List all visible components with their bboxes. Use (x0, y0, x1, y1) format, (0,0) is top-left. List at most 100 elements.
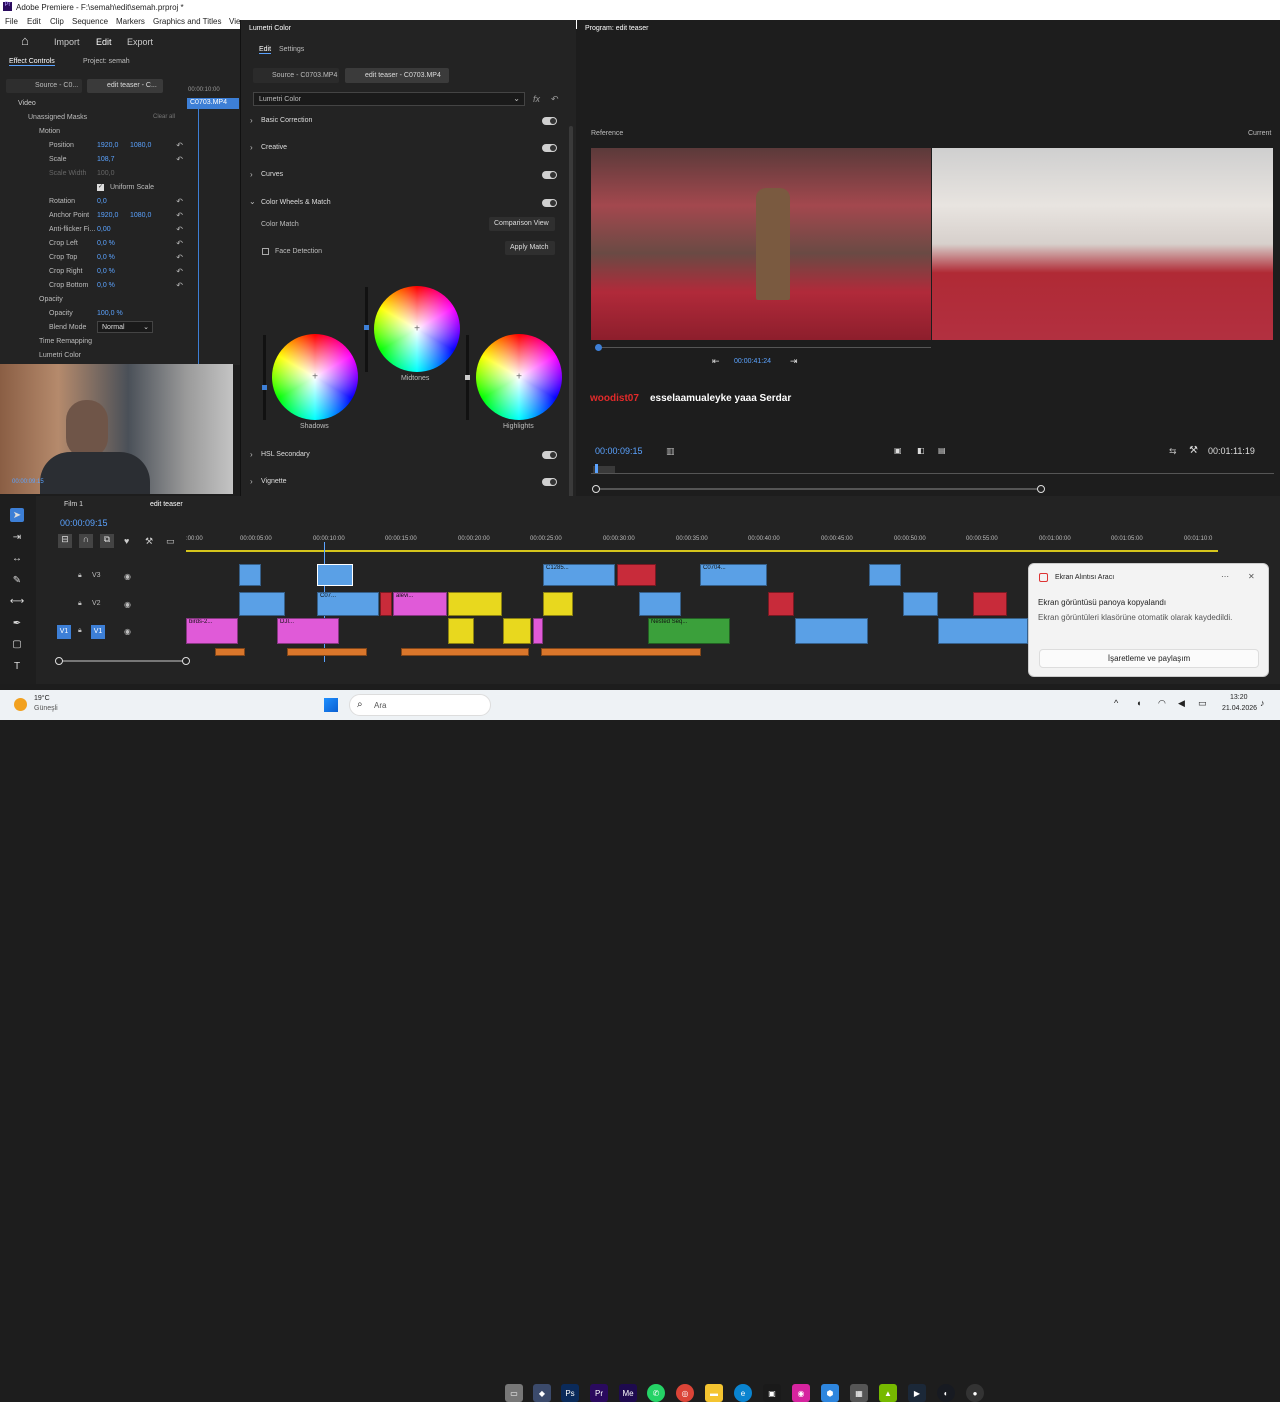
clip[interactable] (380, 592, 392, 616)
instagram-icon[interactable]: ◉ (792, 1384, 810, 1402)
eye-icon[interactable]: ◉ (124, 627, 131, 636)
tray-chevron-icon[interactable]: ^ (1114, 698, 1118, 708)
opacity-value[interactable]: 100,0 % (97, 310, 123, 317)
wrap-icon[interactable]: ⇆ (1169, 446, 1177, 457)
sequence-clip-tab[interactable]: edit teaser - C... (87, 79, 163, 93)
track-v2-label[interactable]: V2 (92, 600, 101, 607)
app-icon[interactable]: ● (966, 1384, 984, 1402)
crop-top-value[interactable]: 0,0 % (97, 254, 115, 261)
program-ruler[interactable] (591, 464, 1274, 474)
step-back-icon[interactable]: ⇤ (712, 356, 720, 367)
timeline-ruler[interactable]: :00:00 00:00:05:00 00:00:10:00 00:00:15:… (186, 534, 1218, 552)
rotation-value[interactable]: 0,0 (97, 198, 107, 205)
clip[interactable]: birds-2... (186, 618, 238, 644)
blend-mode-select[interactable]: Normal ⌄ (97, 321, 153, 333)
lumetri-seq-tab[interactable]: edit teaser - C0703.MP4 (345, 68, 449, 83)
lumetri-source-tab[interactable]: Source - C0703.MP4 (253, 68, 339, 83)
clip[interactable] (317, 564, 353, 586)
creative-toggle[interactable] (542, 144, 557, 152)
track-v1-label[interactable]: V1 (91, 625, 105, 639)
reset-icon[interactable]: ↶ (551, 94, 559, 105)
audio-clip[interactable] (215, 648, 245, 656)
chevron-right-icon[interactable]: › (250, 116, 253, 125)
snap-icon[interactable]: ∩ (79, 534, 93, 548)
split-view-icon[interactable]: ▤ (938, 446, 946, 455)
clip[interactable]: DJI... (277, 618, 339, 644)
clip[interactable] (533, 618, 543, 644)
close-icon[interactable]: ✕ (1248, 572, 1255, 581)
slip-icon[interactable]: ⟷ (10, 594, 24, 608)
step-forward-icon[interactable]: ⇥ (790, 356, 798, 367)
lock-icon[interactable]: 🔒︎ (78, 600, 82, 608)
track-select-icon[interactable]: ⇥ (10, 530, 24, 544)
add-marker-icon[interactable]: ♥ (124, 536, 129, 546)
audio-clip[interactable] (541, 648, 701, 656)
creative-section[interactable]: Creative (261, 144, 287, 151)
clip[interactable] (795, 618, 868, 644)
position-y[interactable]: 1080,0 (130, 142, 151, 149)
clip[interactable] (973, 592, 1007, 616)
selection-tool-icon[interactable]: ➤ (10, 508, 24, 522)
app-icon[interactable]: ▶ (908, 1384, 926, 1402)
annotate-share-button[interactable]: İşaretleme ve paylaşım (1039, 649, 1259, 668)
reset-icon[interactable]: ↶ (176, 211, 183, 220)
midtones-wheel[interactable] (374, 286, 460, 372)
chevron-right-icon[interactable]: › (250, 450, 253, 459)
export-tab[interactable]: Export (127, 37, 153, 47)
clip[interactable] (639, 592, 681, 616)
reset-icon[interactable]: ↶ (176, 225, 183, 234)
eye-icon[interactable]: ◉ (124, 572, 131, 581)
lock-icon[interactable]: 🔒︎ (78, 627, 82, 635)
clip[interactable]: C0704... (700, 564, 767, 586)
reset-icon[interactable]: ↶ (176, 253, 183, 262)
fx-icon[interactable]: fx (533, 94, 540, 104)
basic-correction-section[interactable]: Basic Correction (261, 117, 312, 124)
source-patch-v1[interactable]: V1 (57, 625, 71, 639)
reset-icon[interactable]: ↶ (176, 197, 183, 206)
media-encoder-icon[interactable]: Me (619, 1384, 637, 1402)
audio-clip[interactable] (401, 648, 529, 656)
app-icon[interactable]: ⬢ (821, 1384, 839, 1402)
crop-left-value[interactable]: 0,0 % (97, 240, 115, 247)
crop-bottom-value[interactable]: 0,0 % (97, 282, 115, 289)
app-icon[interactable]: ▦ (850, 1384, 868, 1402)
chevron-right-icon[interactable]: › (250, 143, 253, 152)
windows-start-icon[interactable] (324, 698, 338, 712)
side-by-side-icon[interactable]: ◧ (917, 446, 925, 455)
menu-markers[interactable]: Markers (116, 17, 145, 26)
anchor-y[interactable]: 1080,0 (130, 212, 151, 219)
timeline-tab-teaser[interactable]: edit teaser (150, 501, 183, 508)
curves-section[interactable]: Curves (261, 171, 283, 178)
menu-file[interactable]: File (5, 17, 18, 26)
menu-clip[interactable]: Clip (50, 17, 64, 26)
highlights-wheel[interactable] (476, 334, 562, 420)
lumetri-effect[interactable]: Lumetri Color (39, 352, 81, 359)
clip[interactable] (617, 564, 656, 586)
clip[interactable] (239, 592, 285, 616)
captions-icon[interactable]: ▭ (166, 536, 175, 547)
unassigned-masks[interactable]: Unassigned Masks (28, 114, 87, 121)
midtones-slider[interactable] (364, 287, 369, 372)
timeline-tab-film[interactable]: Film 1 (64, 501, 83, 508)
wifi-icon[interactable]: ◠ (1158, 698, 1166, 709)
edge-icon[interactable]: e (734, 1384, 752, 1402)
color-wheels-toggle[interactable] (542, 199, 557, 207)
clip[interactable] (448, 592, 502, 616)
whatsapp-icon[interactable]: ✆ (647, 1384, 665, 1402)
shadows-wheel[interactable] (272, 334, 358, 420)
hsl-secondary-section[interactable]: HSL Secondary (261, 451, 310, 458)
crop-right-value[interactable]: 0,0 % (97, 268, 115, 275)
nvidia-icon[interactable]: ▲ (879, 1384, 897, 1402)
source-clip-tab[interactable]: Source - C0... (6, 79, 82, 93)
apply-match-button[interactable]: Apply Match (505, 241, 555, 255)
lumetri-effect-select[interactable]: Lumetri Color ⌄ (253, 92, 525, 106)
program-timecode[interactable]: 00:00:09:15 (595, 446, 643, 456)
pen-icon[interactable]: ✒ (10, 616, 24, 630)
project-tab[interactable]: Project: semah (83, 58, 130, 65)
clip[interactable] (448, 618, 474, 644)
timeline-zoom-bar[interactable] (55, 657, 190, 665)
rectangle-icon[interactable]: ▢ (10, 637, 24, 651)
battery-icon[interactable]: ▭ (1198, 698, 1207, 709)
clip[interactable] (503, 618, 531, 644)
effect-controls-tab[interactable]: Effect Controls (9, 58, 55, 66)
